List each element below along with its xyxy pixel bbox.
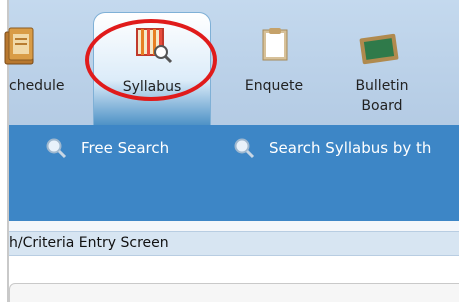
search-syllabus-link[interactable]: Search Syllabus by th [233,136,431,160]
criteria-input[interactable] [9,283,459,302]
syllabus-page: chedule Syllabus Enquete Bulletin Board … [0,0,459,302]
bulletin-board-icon [359,33,399,65]
schedule-book-icon [4,27,34,65]
search-icon [234,138,255,159]
tab-bulletin-label-line1: Bulletin [355,78,409,94]
tab-enquete-label: Enquete [244,78,304,94]
tab-bulletin-board[interactable]: Bulletin Board [323,12,441,125]
top-navigation: chedule Syllabus Enquete Bulletin Board [4,0,459,125]
tab-syllabus[interactable]: Syllabus [93,12,211,125]
breadcrumb: h∕Criteria Entry Screen [9,231,459,256]
breadcrumb-text: h∕Criteria Entry Screen [9,235,169,251]
search-syllabus-label: Search Syllabus by th [269,139,432,157]
sub-navigation: Free Search Search Syllabus by th [9,125,459,221]
document-icon [262,28,288,61]
tab-syllabus-label: Syllabus [122,79,182,95]
syllabus-board-icon [136,28,173,64]
free-search-link[interactable]: Free Search [45,136,169,160]
free-search-label: Free Search [81,139,170,157]
spacer-band [9,221,459,231]
tab-bulletin-label-line2: Board [361,98,403,114]
tab-schedule[interactable]: chedule [0,12,107,125]
tab-schedule-label: chedule [9,78,65,94]
search-icon [46,138,67,159]
tab-enquete[interactable]: Enquete [215,12,333,125]
